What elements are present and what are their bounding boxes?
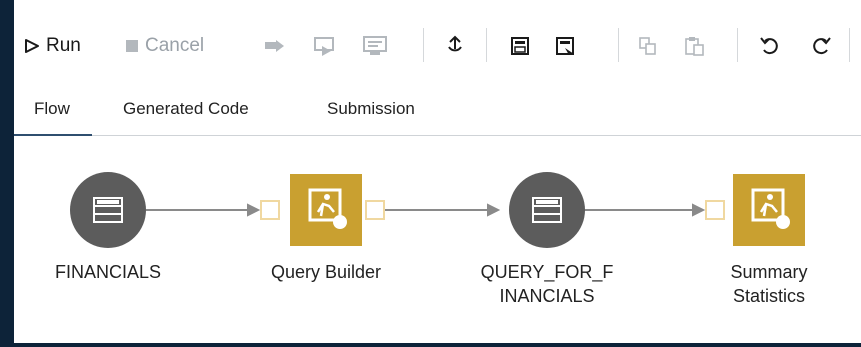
toolbar-separator: [849, 28, 850, 62]
flow-node-label: FINANCIALS: [54, 262, 162, 282]
cancel-label: Cancel: [145, 35, 205, 56]
upload-icon: [445, 35, 465, 57]
tab-generated-code[interactable]: Generated Code: [123, 98, 249, 128]
save-button[interactable]: [510, 33, 530, 59]
toolbar-separator: [618, 28, 619, 62]
output-port[interactable]: [365, 200, 385, 220]
connector-arrow-icon: [247, 203, 261, 217]
tab-submission[interactable]: Submission: [327, 98, 415, 128]
toolbar: Run Cancel: [14, 0, 861, 90]
paste-button[interactable]: [684, 33, 706, 59]
toolbar-separator: [486, 28, 487, 62]
flow-node-label: Summary Statistics: [730, 262, 808, 306]
save-as-button[interactable]: [555, 33, 577, 59]
cancel-button[interactable]: Cancel: [125, 33, 204, 59]
run-from-node-button[interactable]: [263, 33, 287, 59]
redo-button[interactable]: [810, 33, 832, 59]
paste-icon: [684, 35, 706, 57]
connector-arrow-icon: [487, 203, 501, 217]
stop-icon: [125, 39, 139, 53]
copy-button[interactable]: [638, 33, 658, 59]
app-bottom-edge: [0, 343, 861, 347]
connector-arrow-icon: [692, 203, 706, 217]
undo-icon: [759, 35, 781, 57]
toolbar-separator: [423, 28, 424, 62]
copy-icon: [638, 36, 658, 56]
runner-icon: [308, 188, 347, 229]
run-node-button[interactable]: [362, 33, 388, 59]
flow-node-summary-statistics[interactable]: [733, 174, 805, 246]
run-to-node-button[interactable]: [313, 33, 337, 59]
flow-node-label: QUERY_FOR_F INANCIALS: [480, 262, 614, 306]
run-from-node-icon: [263, 35, 287, 57]
app-left-edge: [0, 0, 14, 347]
tab-flow[interactable]: Flow: [14, 98, 92, 136]
run-to-node-icon: [313, 35, 337, 57]
tab-bar: Flow Generated Code Submission: [14, 90, 861, 136]
run-label: Run: [46, 35, 81, 56]
flow-editor-panel: Run Cancel Flow Generated Code Submissio…: [14, 0, 861, 343]
save-as-icon: [555, 36, 577, 56]
input-port[interactable]: [260, 200, 280, 220]
undo-button[interactable]: [759, 33, 781, 59]
run-button[interactable]: Run: [24, 33, 81, 59]
upload-button[interactable]: [445, 33, 465, 59]
flow-node-query-builder[interactable]: [290, 174, 362, 246]
flow-node-query-for-financials[interactable]: [509, 172, 585, 248]
run-node-icon: [362, 35, 388, 57]
redo-icon: [810, 35, 832, 57]
runner-icon: [751, 188, 790, 229]
save-icon: [510, 36, 530, 56]
toolbar-separator: [737, 28, 738, 62]
flow-canvas[interactable]: FINANCIALS Query Builder QUERY_FOR_F INA…: [14, 136, 861, 343]
input-port[interactable]: [705, 200, 725, 220]
flow-node-label: Query Builder: [270, 262, 382, 282]
flow-node-financials[interactable]: [70, 172, 146, 248]
table-icon: [532, 197, 562, 223]
play-icon: [24, 38, 40, 54]
table-icon: [93, 197, 123, 223]
